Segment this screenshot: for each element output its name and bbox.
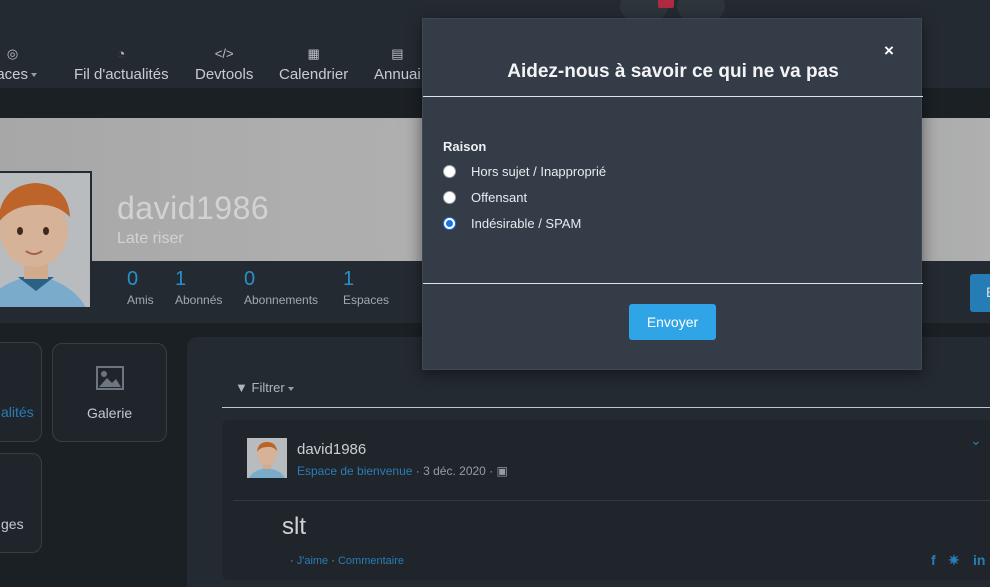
radio-label: Hors sujet / Inapproprié — [471, 164, 607, 179]
reason-label: Raison — [443, 139, 487, 154]
divider — [423, 283, 923, 284]
radio-label: Indésirable / SPAM — [471, 216, 582, 231]
divider — [423, 96, 923, 97]
close-icon[interactable]: × — [884, 41, 894, 61]
modal-title: Aidez-nous à savoir ce qui ne va pas — [507, 61, 839, 82]
reason-option-offensive[interactable]: Offensant — [443, 190, 527, 205]
report-modal: × Aidez-nous à savoir ce qui ne va pas R… — [422, 18, 923, 370]
radio-button-selected[interactable] — [443, 217, 456, 230]
reason-option-spam[interactable]: Indésirable / SPAM — [443, 216, 581, 231]
radio-button[interactable] — [443, 191, 456, 204]
reason-option-offtopic[interactable]: Hors sujet / Inapproprié — [443, 164, 606, 179]
radio-label: Offensant — [471, 190, 528, 205]
radio-button[interactable] — [443, 165, 456, 178]
submit-button[interactable]: Envoyer — [629, 304, 716, 340]
